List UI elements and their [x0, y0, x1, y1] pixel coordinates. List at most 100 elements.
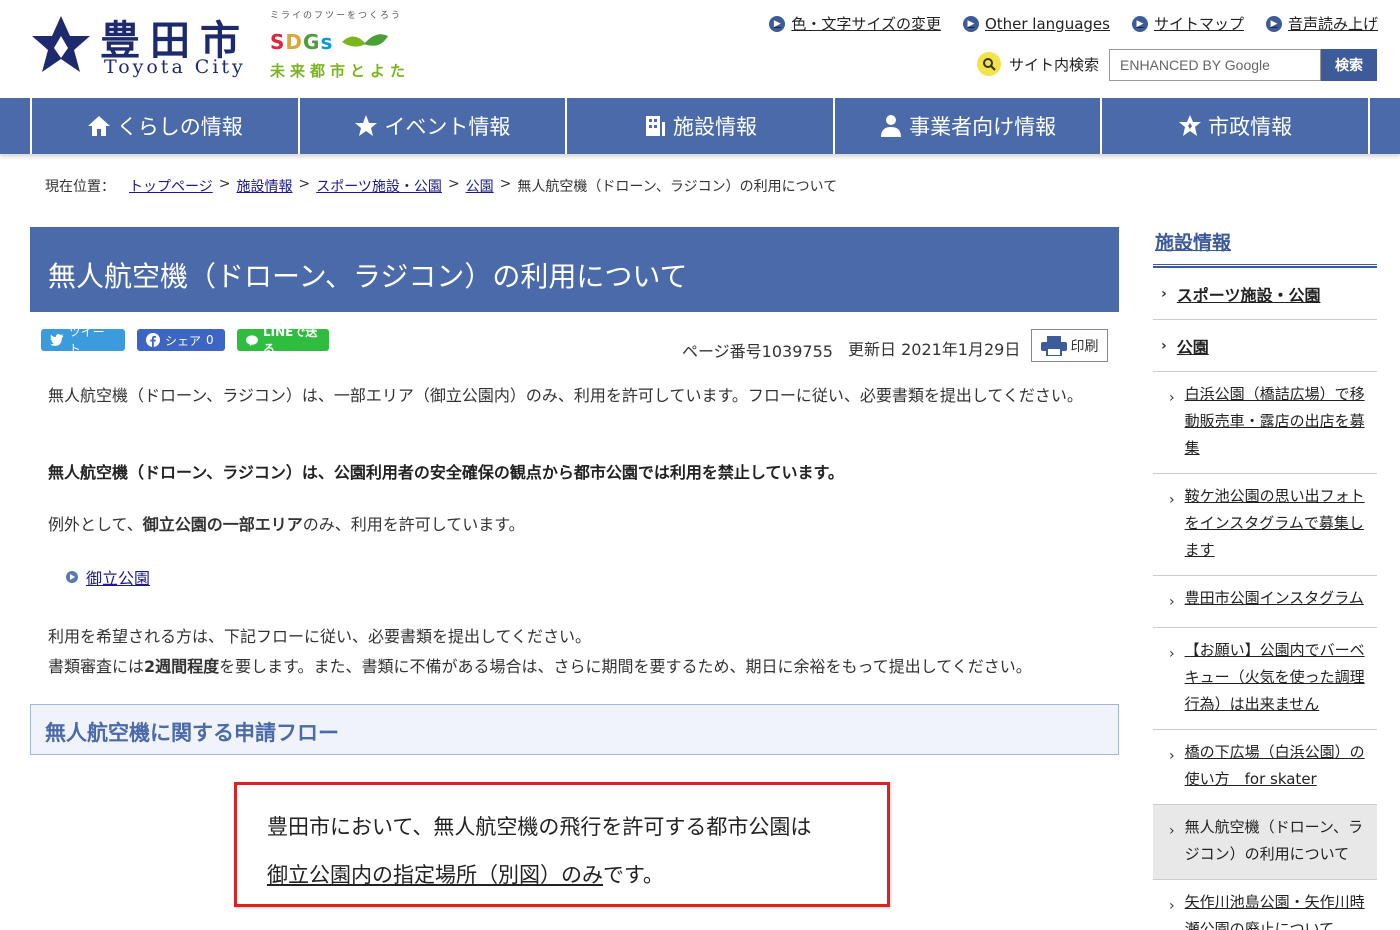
- notice-line: 豊田市において、無人航空機の飛行を許可する都市公園は: [267, 815, 812, 839]
- search-label-text: サイト内検索: [1009, 55, 1100, 74]
- nav-label: 施設情報: [672, 115, 757, 139]
- notice-line: 御立公園内の指定場所（別図）のみです。: [267, 851, 857, 899]
- star-icon: [355, 115, 378, 136]
- sitemap-link[interactable]: ▶ サイトマップ: [1131, 13, 1244, 34]
- logo-roman-name[interactable]: Toyota City: [104, 56, 246, 78]
- bullet-arrow-icon: [66, 571, 78, 583]
- mitachi-park-link[interactable]: 御立公園: [86, 565, 150, 589]
- chevron-right-icon: ›: [1161, 338, 1167, 354]
- sidebar-link[interactable]: 【お願い】公園内でバーベキュー（火気を使った調理行為）は出来ません: [1185, 637, 1367, 718]
- chevron-right-icon: ›: [1169, 748, 1175, 764]
- nav-item-living[interactable]: くらしの情報: [30, 98, 298, 154]
- chevron-right-icon: ›: [1169, 898, 1175, 914]
- sidebar-item-current: › 無人航空機（ドローン、ラジコン）の利用について: [1153, 805, 1377, 880]
- printer-icon: [1040, 335, 1067, 356]
- breadcrumb-link[interactable]: 公園: [466, 176, 494, 196]
- building-icon: [645, 116, 665, 136]
- search-field[interactable]: [1109, 49, 1321, 81]
- read-aloud-link[interactable]: ▶ 音声読み上げ: [1265, 13, 1378, 34]
- chevron-right-icon: ›: [1169, 594, 1175, 610]
- search-icon: [977, 52, 1001, 76]
- color-size-link[interactable]: ▶ 色・文字サイズの変更: [769, 13, 941, 34]
- sidebar-link[interactable]: 橋の下広場（白浜公園）の使い方 for skater: [1185, 739, 1367, 793]
- breadcrumb: 現在位置： トップページ > 施設情報 > スポーツ施設・公園 > 公園 > 無…: [45, 176, 837, 196]
- page-title: 無人航空機（ドローン、ラジコン）の利用について: [30, 227, 1119, 312]
- tweet-button[interactable]: ツイート: [41, 325, 125, 356]
- breadcrumb-link[interactable]: スポーツ施設・公園: [316, 176, 442, 196]
- breadcrumb-prefix: 現在位置：: [45, 179, 115, 195]
- sdgs-letter: S: [270, 30, 286, 54]
- nav-label: 事業者向け情報: [909, 115, 1057, 139]
- nav-item-business[interactable]: 事業者向け情報: [832, 98, 1101, 154]
- global-nav: くらしの情報 イベント情報 施設情報 事業者向け情報 市政情報: [0, 98, 1400, 154]
- languages-link[interactable]: ▶ Other languages: [962, 13, 1110, 34]
- nav-item-events[interactable]: イベント情報: [297, 98, 566, 154]
- utility-links: ▶ 色・文字サイズの変更 ▶ Other languages ▶ サイトマップ ▶ 音声…: [769, 13, 1378, 34]
- sidebar-link[interactable]: 矢作川池島公園・矢作川時瀬公園の廃止について: [1185, 889, 1367, 930]
- prohibition-notice: 無人航空機（ドローン、ラジコン）は、公園利用者の安全確保の観点から都市公園では利…: [48, 463, 844, 482]
- sdgs-letter: G: [303, 30, 321, 54]
- notice-image: 豊田市において、無人航空機の飛行を許可する都市公園は 御立公園内の指定場所（別図…: [234, 782, 890, 907]
- nav-label: くらしの情報: [116, 115, 243, 139]
- exception-paragraph: 例外として、御立公園の一部エリアのみ、利用を許可しています。: [48, 510, 525, 540]
- sidebar-item[interactable]: › 白浜公園（橋詰広場）で移動販売車・露店の出店を募集: [1153, 372, 1377, 474]
- intro-paragraph: 無人航空機（ドローン、ラジコン）は、一部エリア（御立公園内）のみ、利用を許可して…: [48, 386, 1083, 405]
- sidebar-item[interactable]: › 【お願い】公園内でバーベキュー（火気を使った調理行為）は出来ません: [1153, 628, 1377, 730]
- sidebar-item[interactable]: › 公園: [1153, 320, 1377, 372]
- chevron-right-icon: ›: [1169, 390, 1175, 406]
- chevron-right-icon: ▶: [769, 15, 786, 32]
- sidebar-nav: › スポーツ施設・公園 › 公園 › 白浜公園（橋詰広場）で移動販売車・露店の出店を募…: [1153, 268, 1377, 930]
- nav-item-facilities[interactable]: 施設情報: [565, 98, 833, 154]
- util-link-label: サイトマップ: [1153, 15, 1244, 33]
- breadcrumb-separator: >: [298, 176, 311, 192]
- section-heading: 無人航空機に関する申請フロー: [30, 704, 1119, 755]
- chevron-right-icon: ›: [1169, 646, 1175, 662]
- breadcrumb-link[interactable]: トップページ: [129, 176, 213, 196]
- text-span: を要します。また、書類に不備がある場合は、さらに期間を要するため、期日に余裕をも…: [219, 657, 1032, 676]
- search-button[interactable]: 検索: [1321, 49, 1377, 81]
- facebook-share-button[interactable]: シェア 0: [137, 329, 225, 351]
- chevron-right-icon: ›: [1169, 492, 1175, 508]
- text-span: 例外として、: [48, 515, 143, 534]
- nav-item-city-admin[interactable]: 市政情報: [1100, 98, 1370, 154]
- person-icon: [881, 115, 902, 137]
- sidebar-item[interactable]: › 橋の下広場（白浜公園）の使い方 for skater: [1153, 730, 1377, 805]
- site-search-label: サイト内検索: [977, 52, 1099, 76]
- sidebar-link[interactable]: 白浜公園（橋詰広場）で移動販売車・露店の出店を募集: [1185, 381, 1367, 462]
- chevron-right-icon: ▶: [962, 15, 979, 32]
- search-input[interactable]: [1120, 57, 1310, 73]
- text-span: のみ、利用を許可しています。: [302, 515, 525, 534]
- sdgs-tagline: ミライのフツーをつくろう: [270, 11, 403, 21]
- breadcrumb-separator: >: [447, 176, 460, 192]
- sidebar-item[interactable]: › スポーツ施設・公園: [1153, 268, 1377, 320]
- sidebar-link[interactable]: スポーツ施設・公園: [1177, 282, 1321, 306]
- sidebar-item[interactable]: › 矢作川池島公園・矢作川時瀬公園の廃止について: [1153, 880, 1377, 930]
- sidebar-link[interactable]: 鞍ケ池公園の思い出フォトをインスタグラムで募集します: [1185, 483, 1367, 564]
- breadcrumb-separator: >: [499, 176, 512, 192]
- sidebar-link[interactable]: 豊田市公園インスタグラム: [1185, 585, 1364, 616]
- house-icon: [87, 116, 110, 136]
- breadcrumb-link[interactable]: 施設情報: [236, 176, 292, 196]
- sidebar-item[interactable]: › 鞍ケ池公園の思い出フォトをインスタグラムで募集します: [1153, 474, 1377, 576]
- sdgs-logo[interactable]: SDGs: [270, 30, 333, 54]
- print-button[interactable]: 印刷: [1031, 329, 1108, 362]
- line-share-label: LINEで送る: [263, 325, 318, 356]
- sidebar-item[interactable]: › 豊田市公園インスタグラム: [1153, 576, 1377, 628]
- park-link-item: 御立公園: [66, 565, 150, 589]
- application-paragraph: 利用を希望される方は、下記フローに従い、必要書類を提出してください。: [48, 627, 592, 646]
- chevron-right-icon: ›: [1169, 823, 1175, 839]
- line-share-button[interactable]: LINEで送る: [237, 325, 329, 356]
- emphasis-text: 御立公園の一部エリア: [142, 515, 303, 534]
- print-label: 印刷: [1070, 338, 1099, 355]
- breadcrumb-current: 無人航空機（ドローン、ラジコン）の利用について: [517, 179, 838, 195]
- sidebar-title[interactable]: 施設情報: [1155, 228, 1231, 255]
- nav-label: 市政情報: [1208, 115, 1293, 139]
- sidebar-link[interactable]: 公園: [1177, 334, 1209, 358]
- city-emblem-icon[interactable]: [30, 14, 92, 76]
- util-link-label: Other languages: [984, 14, 1110, 33]
- twitter-bird-icon: [50, 334, 64, 346]
- leaf-icon: [342, 34, 388, 47]
- text-span: 書類審査には: [48, 657, 145, 676]
- sdgs-city-name: 未来都市とよた: [270, 62, 411, 80]
- site-header: 豊田市 Toyota City ミライのフツーをつくろう SDGs 未来都市とよ…: [0, 0, 1400, 98]
